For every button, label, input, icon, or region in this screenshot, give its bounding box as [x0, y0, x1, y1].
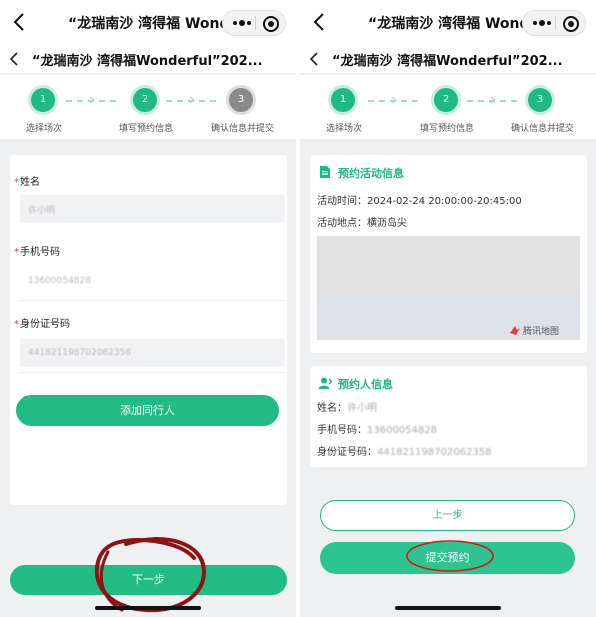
- capsule-divider: [555, 16, 556, 30]
- activity-info-card: 预约活动信息 活动时间：2024-02-24 20:00:00-20:45:00…: [310, 155, 587, 353]
- add-companion-button[interactable]: 添加同行人: [16, 395, 279, 426]
- capsule-divider: [255, 16, 256, 30]
- nav-back-icon[interactable]: [307, 50, 321, 68]
- field-divider: [20, 300, 285, 301]
- booker-info-card: 预约人信息 姓名：许小明 手机号码：13600054828 身份证号码：4418…: [310, 366, 587, 467]
- connector-arrow-icon: [189, 96, 195, 104]
- step-3-label: 确认信息并提交: [211, 124, 275, 134]
- booker-phone: 手机号码：13600054828: [317, 425, 437, 436]
- required-mark: *: [14, 247, 19, 258]
- field-divider: [20, 372, 285, 373]
- connector-arrow-icon: [89, 96, 95, 104]
- next-step-button[interactable]: 下一步: [10, 565, 287, 595]
- previous-step-button[interactable]: 上一步: [320, 500, 575, 531]
- name-field-label: *姓名: [14, 177, 40, 188]
- step-1-circle: 1: [31, 88, 55, 112]
- id-field-label: *身份证号码: [14, 319, 70, 330]
- connector-arrow-icon: [391, 96, 397, 104]
- back-arrow-icon[interactable]: [310, 10, 330, 34]
- tencent-map-icon: [510, 326, 520, 335]
- connector-arrow-icon: [490, 96, 496, 104]
- name-input[interactable]: [20, 195, 285, 223]
- home-indicator: [95, 606, 201, 610]
- back-arrow-icon[interactable]: [10, 10, 30, 34]
- booker-name: 姓名：许小明: [317, 403, 377, 414]
- booker-info-title: 预约人信息: [338, 378, 393, 391]
- nav-back-icon[interactable]: [7, 50, 21, 68]
- mini-program-title-bar: “龙瑞南沙 湾得福 Wonde...: [300, 0, 596, 44]
- activity-time: 活动时间：2024-02-24 20:00:00-20:45:00: [317, 196, 522, 207]
- submit-booking-button[interactable]: 提交预约: [320, 542, 575, 574]
- document-icon: [320, 166, 330, 178]
- booker-id-number: 身份证号码：441821198702062358: [317, 447, 492, 458]
- step-1-circle: 1: [331, 88, 355, 112]
- required-mark: *: [14, 319, 19, 330]
- step-indicator: 1 选择场次 2 填写预约信息 3 确认信息并提交: [300, 75, 596, 139]
- mini-program-title-bar: “龙瑞南沙 湾得福 Wonde...: [0, 0, 296, 44]
- step-1-label: 选择场次: [326, 124, 363, 134]
- id-number-input[interactable]: [20, 339, 285, 367]
- phone-field-label: *手机号码: [14, 247, 60, 258]
- step-3-label: 确认信息并提交: [511, 124, 575, 134]
- more-dots-icon[interactable]: [531, 15, 553, 31]
- phone-input[interactable]: [20, 267, 285, 295]
- close-target-icon[interactable]: [561, 14, 581, 34]
- step-3-circle: 3: [229, 88, 253, 112]
- step-indicator: 1 选择场次 2 填写预约信息 3 确认信息并提交: [0, 75, 296, 139]
- capsule-menu: [522, 10, 586, 36]
- right-screen: “龙瑞南沙 湾得福 Wonde... “龙瑞南沙 湾得福Wonderful”20…: [300, 0, 596, 617]
- activity-info-title: 预约活动信息: [338, 167, 404, 180]
- user-icon: [318, 377, 332, 389]
- close-target-icon[interactable]: [261, 14, 281, 34]
- more-dots-icon[interactable]: [231, 15, 253, 31]
- capsule-menu: [222, 10, 286, 36]
- left-screen: “龙瑞南沙 湾得福 Wonde... “龙瑞南沙 湾得福Wonderful”20…: [0, 0, 296, 617]
- booking-form: *姓名 *手机号码 *身份证号码 添加同行人: [10, 155, 287, 505]
- activity-location: 活动地点：横沥岛尖: [317, 218, 407, 229]
- step-2-circle: 2: [133, 88, 157, 112]
- required-mark: *: [14, 177, 19, 188]
- mini-program-title: “龙瑞南沙 湾得福 Wonde...: [368, 16, 528, 32]
- step-2-circle: 2: [434, 88, 458, 112]
- page-nav-bar: “龙瑞南沙 湾得福Wonderful”202...: [0, 44, 296, 74]
- step-3-circle: 3: [528, 88, 552, 112]
- map-land-area: [317, 236, 580, 294]
- home-indicator: [395, 606, 501, 610]
- page-title: “龙瑞南沙 湾得福Wonderful”202...: [332, 54, 562, 69]
- mini-program-title: “龙瑞南沙 湾得福 Wonde...: [68, 16, 228, 32]
- step-2-label: 填写预约信息: [420, 124, 475, 134]
- page-nav-bar: “龙瑞南沙 湾得福Wonderful”202...: [300, 44, 596, 74]
- location-map[interactable]: 腾讯地图: [317, 236, 580, 340]
- step-2-label: 填写预约信息: [119, 124, 174, 134]
- page-title: “龙瑞南沙 湾得福Wonderful”202...: [32, 54, 262, 69]
- step-1-label: 选择场次: [26, 124, 63, 134]
